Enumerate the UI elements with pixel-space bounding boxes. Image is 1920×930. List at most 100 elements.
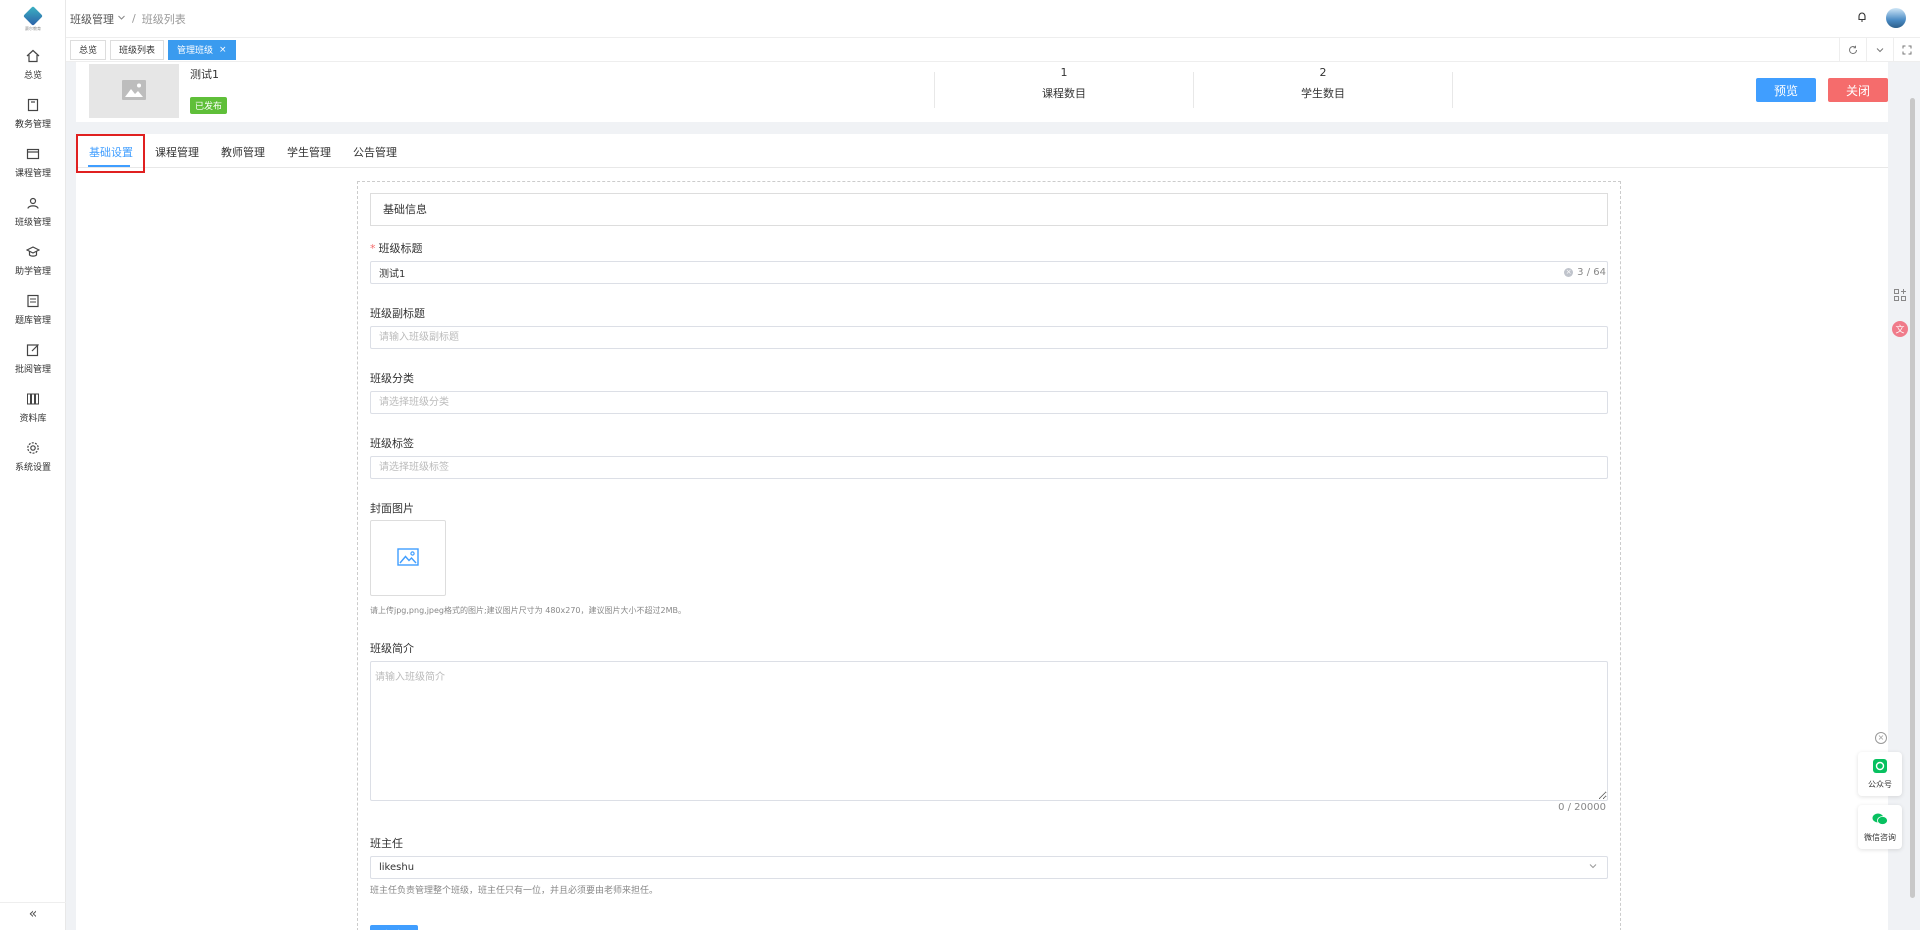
stat-course-count: 1 课程数目 xyxy=(934,66,1194,101)
sidebar-item-label: 教务管理 xyxy=(14,120,51,130)
sidebar-item-overview[interactable]: 总览 xyxy=(0,40,66,89)
page-tab-strip: 总览 班级列表 管理班级 × xyxy=(66,38,1920,62)
title-count: 3 / 64 xyxy=(1577,267,1606,278)
stat-label: 课程数目 xyxy=(1042,87,1086,100)
home-icon xyxy=(25,48,41,64)
sidebar-item-label: 批阅管理 xyxy=(14,365,51,375)
logo[interactable]: 赛尔教育 xyxy=(0,0,66,40)
tab-teacher-management[interactable]: 教师管理 xyxy=(221,144,265,160)
logo-mark xyxy=(23,5,43,26)
apps-add-icon[interactable] xyxy=(1889,284,1911,306)
save-button[interactable]: 保存 xyxy=(370,925,418,930)
status-badge: 已发布 xyxy=(190,97,228,114)
sidebar-item-label: 系统设置 xyxy=(14,463,51,473)
tab-manage-class[interactable]: 管理班级 × xyxy=(168,39,236,60)
sidebar-item-label: 课程管理 xyxy=(14,169,51,179)
section-title: 基础信息 xyxy=(370,193,1608,226)
sidebar-item-question-bank[interactable]: 题库管理 xyxy=(0,285,66,334)
image-placeholder-icon xyxy=(122,79,146,103)
chevron-down-icon[interactable] xyxy=(1866,38,1893,62)
sidebar-item-label: 助学管理 xyxy=(14,267,51,277)
chevron-down-icon[interactable] xyxy=(1588,861,1598,874)
intro-label: 班级简介 xyxy=(370,642,414,655)
stat-student-count: 2 学生数目 xyxy=(1193,66,1453,101)
cover-upload-button[interactable] xyxy=(370,520,446,596)
sub-tab-bar: 基础设置 课程管理 教师管理 学生管理 公告管理 xyxy=(76,134,1888,168)
sidebar-item-review[interactable]: 批阅管理 xyxy=(0,334,66,383)
fullscreen-icon[interactable] xyxy=(1893,38,1920,62)
cover-thumbnail xyxy=(89,64,179,118)
gongzhonghao-label: 公众号 xyxy=(1868,779,1892,789)
sidebar-item-label: 班级管理 xyxy=(14,218,51,228)
tab-announcement-management[interactable]: 公告管理 xyxy=(353,144,397,160)
breadcrumb-parent[interactable]: 班级管理 xyxy=(70,11,114,27)
tab-class-list[interactable]: 班级列表 xyxy=(110,39,165,60)
tab-student-management[interactable]: 学生管理 xyxy=(287,144,331,160)
refresh-icon[interactable] xyxy=(1839,38,1866,62)
tab-label: 总览 xyxy=(79,46,98,56)
cover-hint: 请上传jpg,png,jpeg格式的图片;建议图片尺寸为 480x270，建议图… xyxy=(370,606,686,615)
sidebar-item-settings[interactable]: 系统设置 xyxy=(0,432,66,481)
top-right-tools xyxy=(1856,8,1906,28)
sidebar-item-label: 总览 xyxy=(23,71,42,81)
library-icon xyxy=(25,391,41,407)
sidebar: 赛尔教育 总览 教务管理 课程管理 班级管理 助学管理 题库管理 批阅管理 资料… xyxy=(0,0,66,930)
official-account-icon xyxy=(1873,758,1887,776)
teacher-hint: 班主任负责管理整个班级，班主任只有一位，并且必须要由老师来担任。 xyxy=(370,886,659,896)
subtitle-label: 班级副标题 xyxy=(370,307,425,320)
review-icon xyxy=(25,342,41,358)
sidebar-item-class[interactable]: 班级管理 xyxy=(0,187,66,236)
graduation-cap-icon xyxy=(25,244,41,260)
tab-label: 班级列表 xyxy=(119,46,156,56)
sidebar-item-label: 题库管理 xyxy=(14,316,51,326)
teacher-label: 班主任 xyxy=(370,837,403,850)
subtitle-input[interactable] xyxy=(370,326,1608,349)
intro-count: 0 / 20000 xyxy=(1558,802,1606,813)
translate-icon[interactable]: 文 xyxy=(1889,318,1911,340)
tab-course-management[interactable]: 课程管理 xyxy=(155,144,199,160)
sidebar-item-library[interactable]: 资料库 xyxy=(0,383,66,432)
close-button[interactable]: 关闭 xyxy=(1828,78,1888,102)
sidebar-item-course[interactable]: 课程管理 xyxy=(0,138,66,187)
sidebar-item-academic[interactable]: 教务管理 xyxy=(0,89,66,138)
required-mark: * xyxy=(370,242,376,255)
category-label: 班级分类 xyxy=(370,372,414,385)
svg-text:文: 文 xyxy=(1895,324,1904,336)
stat-value: 1 xyxy=(1060,66,1068,79)
class-icon xyxy=(25,195,41,211)
tab-strip-tools xyxy=(1839,38,1920,62)
preview-button[interactable]: 预览 xyxy=(1756,78,1816,102)
tags-select[interactable] xyxy=(370,456,1608,479)
class-name: 测试1 xyxy=(190,68,219,81)
breadcrumb-separator: / xyxy=(132,12,136,25)
category-select[interactable] xyxy=(370,391,1608,414)
intro-textarea[interactable] xyxy=(370,661,1608,801)
close-icon[interactable]: × xyxy=(1875,732,1887,744)
sidebar-collapse-button[interactable]: « xyxy=(0,902,66,924)
chevron-down-icon[interactable] xyxy=(117,12,126,25)
title-label: * 班级标题 xyxy=(370,240,423,256)
gongzhonghao-button[interactable]: 公众号 xyxy=(1858,752,1902,796)
stat-label: 学生数目 xyxy=(1301,87,1345,100)
close-icon[interactable]: × xyxy=(219,45,227,55)
title-counter: × 3 / 64 xyxy=(1564,267,1606,278)
tab-overview[interactable]: 总览 xyxy=(70,39,107,60)
clear-icon[interactable]: × xyxy=(1564,268,1574,277)
question-bank-icon xyxy=(25,293,41,309)
sidebar-item-assist[interactable]: 助学管理 xyxy=(0,236,66,285)
divider xyxy=(1452,72,1453,108)
avatar[interactable] xyxy=(1886,8,1906,28)
wechat-consult-button[interactable]: 微信咨询 xyxy=(1858,805,1902,849)
page-scrollbar[interactable] xyxy=(1910,98,1915,898)
sidebar-item-label: 资料库 xyxy=(19,414,47,424)
bell-icon[interactable] xyxy=(1856,11,1868,26)
course-icon xyxy=(25,146,41,162)
wechat-icon xyxy=(1872,812,1888,829)
class-header-card: 测试1 已发布 1 课程数目 2 学生数目 预览 关闭 xyxy=(76,62,1888,122)
teacher-select[interactable] xyxy=(370,856,1608,879)
top-bar: 班级管理 / 班级列表 xyxy=(66,0,1920,38)
tab-label: 管理班级 xyxy=(177,46,214,56)
title-input[interactable] xyxy=(370,261,1608,284)
image-upload-icon xyxy=(397,547,419,569)
book-icon xyxy=(25,97,41,113)
